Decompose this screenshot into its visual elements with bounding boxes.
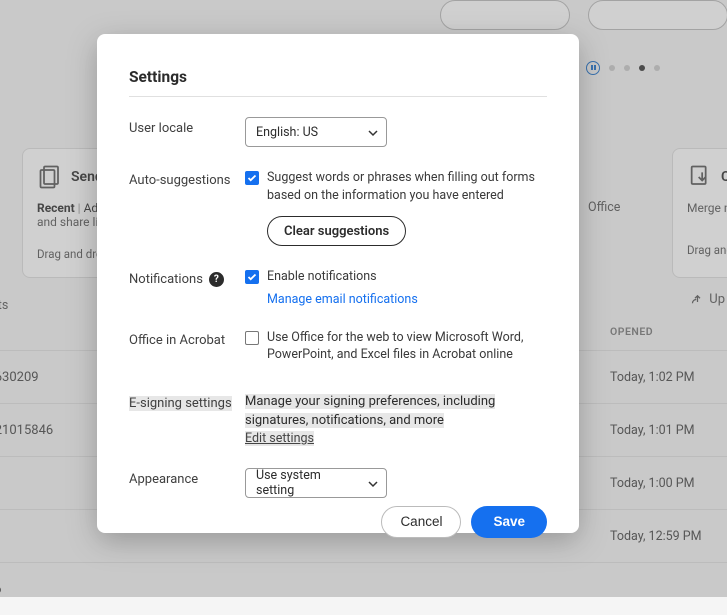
appearance-select[interactable]: Use system setting [245, 468, 387, 498]
esigning-desc: Manage your signing preferences, includi… [245, 394, 495, 429]
combine-icon [687, 163, 715, 191]
row-appearance: Appearance Use system setting [129, 468, 547, 498]
agreements-label: eements [0, 298, 8, 313]
row-esigning: E-signing settings Manage your signing p… [129, 392, 547, 446]
autosuggest-checkbox[interactable] [245, 171, 259, 185]
appearance-value: Use system setting [256, 468, 360, 498]
clear-suggestions-button[interactable]: Clear suggestions [267, 216, 406, 246]
carousel-dots [586, 61, 660, 75]
save-button[interactable]: Save [471, 506, 547, 538]
appearance-label: Appearance [129, 468, 245, 487]
chevron-down-icon [368, 478, 378, 493]
row-office: Office in Acrobat Use Office for the web… [129, 329, 547, 370]
card-office-text: Office [588, 200, 620, 215]
locale-label: User locale [129, 117, 245, 136]
chevron-down-icon [368, 127, 378, 142]
office-checkbox[interactable] [245, 331, 259, 345]
opened-header: OPENED [610, 325, 653, 338]
settings-modal: Settings User locale English: US Auto-su… [97, 34, 579, 533]
row-notifications: Notifications ? Enable notifications Man… [129, 268, 547, 307]
cancel-button[interactable]: Cancel [381, 506, 461, 538]
autosuggest-text: Suggest words or phrases when filling ou… [267, 169, 547, 204]
esigning-label: E-signing settings [129, 396, 232, 411]
office-text: Use Office for the web to view Microsoft… [267, 329, 547, 364]
enable-notifications-checkbox[interactable] [245, 270, 259, 284]
pause-icon [586, 61, 600, 75]
info-icon[interactable]: ? [209, 272, 224, 287]
modal-title: Settings [129, 68, 547, 86]
upload-button: Up [690, 292, 725, 307]
row-locale: User locale English: US [129, 117, 547, 147]
documents-icon [37, 163, 65, 191]
locale-select[interactable]: English: US [245, 117, 387, 147]
table-row: ce 16 [0, 562, 727, 615]
autosuggest-label: Auto-suggestions [129, 169, 245, 188]
office-label: Office in Acrobat [129, 329, 245, 348]
card-combine: Co Merge mul Drag and dr [672, 148, 727, 278]
notifications-label: Notifications ? [129, 268, 245, 287]
upload-icon [690, 292, 705, 307]
row-autosuggest: Auto-suggestions Suggest words or phrase… [129, 169, 547, 246]
edit-settings-link[interactable]: Edit settings [245, 431, 314, 446]
manage-email-link[interactable]: Manage email notifications [267, 292, 547, 307]
locale-value: English: US [256, 125, 318, 140]
divider [129, 96, 547, 97]
enable-notifications-text: Enable notifications [267, 268, 377, 286]
